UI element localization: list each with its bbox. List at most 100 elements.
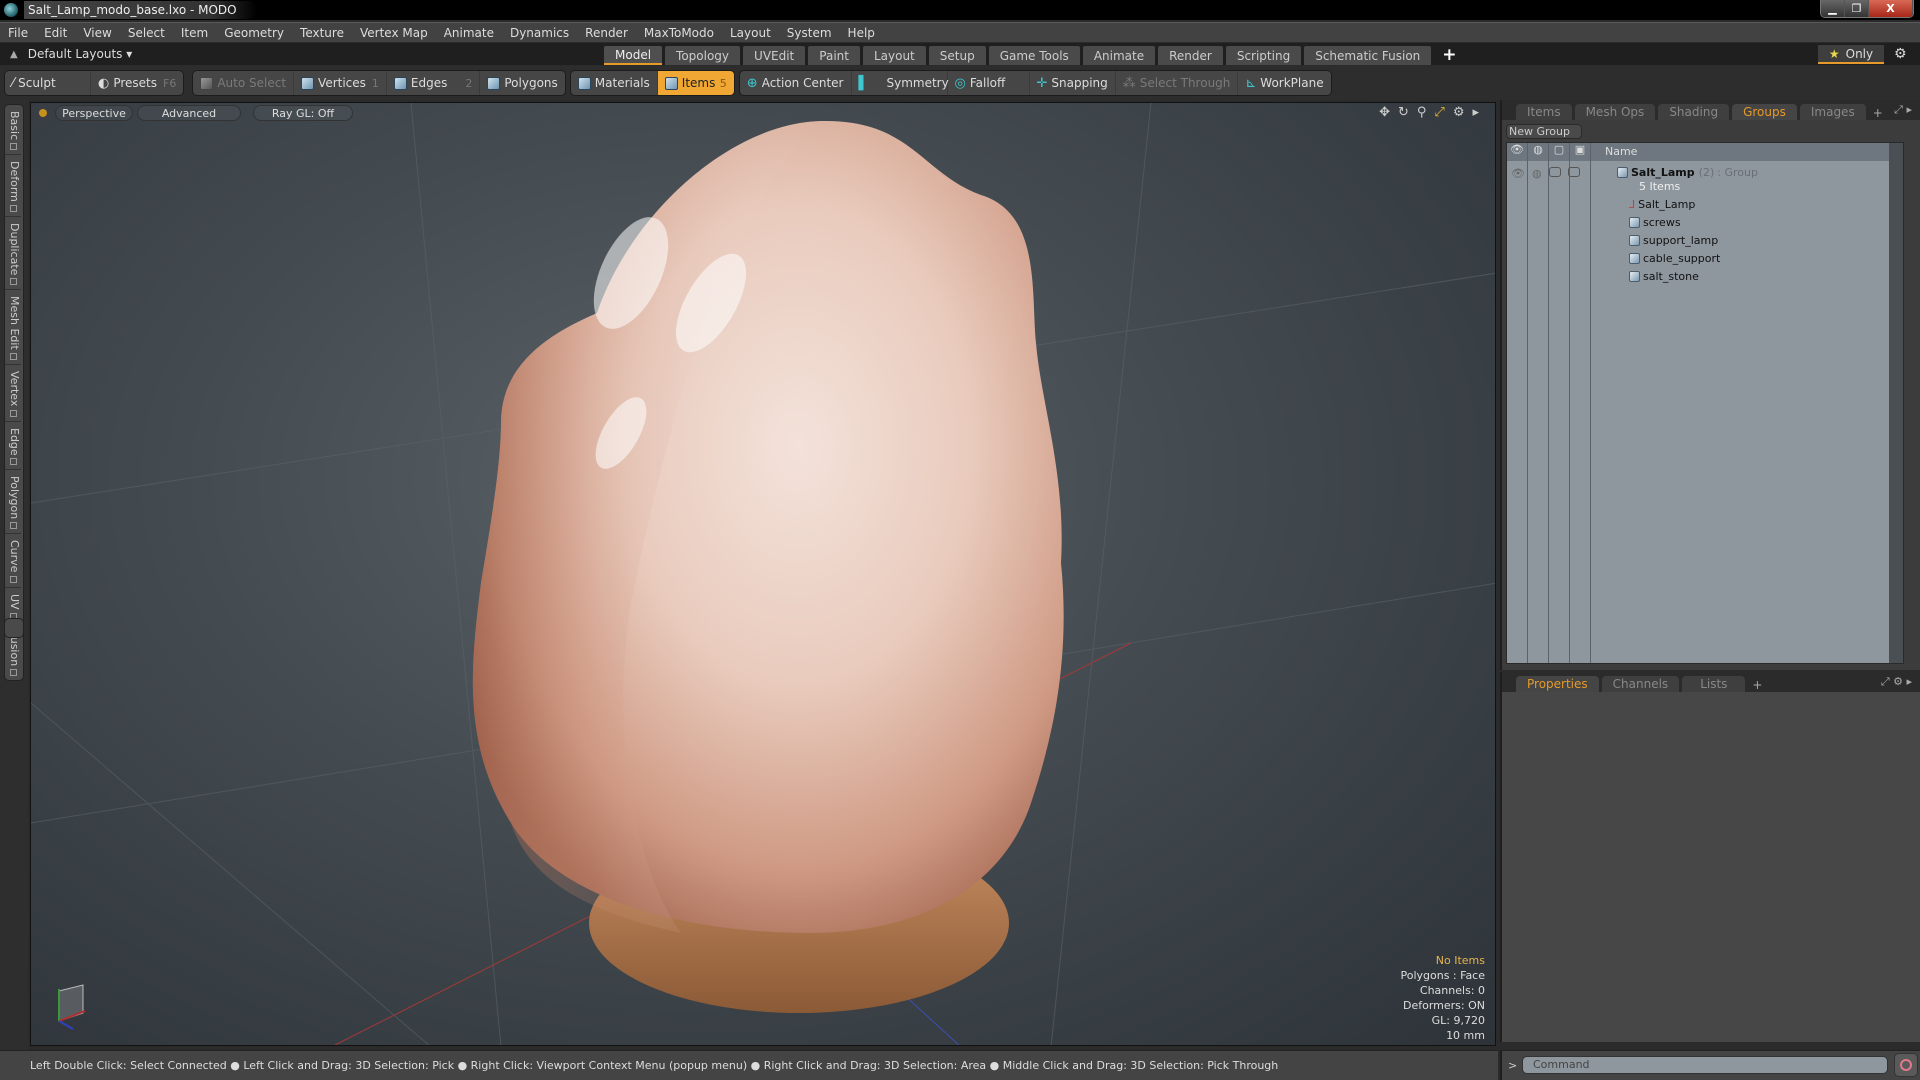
tab-schematic-fusion[interactable]: Schematic Fusion xyxy=(1304,46,1432,65)
tab-channels[interactable]: Channels xyxy=(1601,676,1680,692)
menu-render[interactable]: Render xyxy=(577,26,636,40)
viewport-settings-icon[interactable]: ⚙ xyxy=(1453,105,1465,120)
tab-images[interactable]: Images xyxy=(1799,104,1866,120)
restore-button[interactable]: ❐ xyxy=(1845,0,1869,17)
add-layout-tab-button[interactable]: + xyxy=(1442,45,1456,65)
tab-layout[interactable]: Layout xyxy=(862,46,926,65)
menu-layout[interactable]: Layout xyxy=(722,26,779,40)
group-render-toggle[interactable]: ◍ xyxy=(1532,167,1542,180)
materials-button[interactable]: Materials xyxy=(571,71,658,95)
tab-animate[interactable]: Animate xyxy=(1082,46,1156,65)
list-item[interactable]: salt_stone xyxy=(1629,267,1699,285)
gear-icon[interactable]: ⚙ xyxy=(1894,46,1907,62)
tab-topology[interactable]: Topology xyxy=(665,46,741,65)
rotate-icon[interactable]: ↻ xyxy=(1398,105,1409,120)
tab-lists[interactable]: Lists xyxy=(1682,676,1746,692)
vtab-basic[interactable]: Basic xyxy=(5,105,21,156)
tab-setup[interactable]: Setup xyxy=(928,46,986,65)
menu-edit[interactable]: Edit xyxy=(36,26,75,40)
raygl-toggle[interactable]: Ray GL: Off xyxy=(253,105,353,121)
list-item[interactable]: screws xyxy=(1629,213,1681,231)
default-layouts-dropdown[interactable]: Default Layouts ▾ xyxy=(28,47,133,61)
maximize-viewport-icon[interactable]: ⤢ xyxy=(1434,105,1444,120)
shading-mode-dropdown[interactable]: Advanced xyxy=(137,105,241,121)
menu-texture[interactable]: Texture xyxy=(292,26,352,40)
menu-system[interactable]: System xyxy=(779,26,840,40)
lock-column-icon[interactable]: ▢ xyxy=(1549,143,1570,161)
tab-game-tools[interactable]: Game Tools xyxy=(988,46,1080,65)
add-tab-button[interactable]: + xyxy=(1752,678,1762,692)
polygons-button[interactable]: Polygons xyxy=(480,71,564,95)
select-column-icon[interactable]: ▣ xyxy=(1570,143,1591,161)
pan-icon[interactable]: ✥ xyxy=(1379,105,1390,120)
tab-scripting[interactable]: Scripting xyxy=(1225,46,1302,65)
vtab-vertex[interactable]: Vertex xyxy=(5,365,21,422)
group-select-toggle[interactable] xyxy=(1567,167,1580,177)
menu-vertex-map[interactable]: Vertex Map xyxy=(352,26,436,40)
vtab-mesh-edit[interactable]: Mesh Edit xyxy=(5,290,21,366)
vertices-shortcut: 1 xyxy=(371,76,379,90)
tab-render[interactable]: Render xyxy=(1158,46,1223,65)
tab-model[interactable]: Model xyxy=(604,46,663,65)
expand-arrow-icon[interactable]: ▸ xyxy=(1472,105,1479,120)
menu-file[interactable]: File xyxy=(0,26,36,40)
close-button[interactable]: X xyxy=(1869,0,1913,17)
collapse-arrow-icon[interactable]: ▲ xyxy=(10,49,18,60)
auto-select-button[interactable]: Auto Select xyxy=(193,71,295,95)
view-mode-dropdown[interactable]: Perspective xyxy=(55,105,133,121)
list-item[interactable]: support_lamp xyxy=(1629,231,1718,249)
add-tab-button[interactable]: + xyxy=(1873,106,1883,120)
menu-item[interactable]: Item xyxy=(173,26,216,40)
palette-toggle-button[interactable] xyxy=(4,618,24,638)
group-lock-toggle[interactable] xyxy=(1548,167,1561,177)
select-through-button[interactable]: ⁂ Select Through xyxy=(1116,71,1239,95)
item-name: screws xyxy=(1643,215,1681,229)
menu-select[interactable]: Select xyxy=(120,26,173,40)
command-history-button[interactable] xyxy=(1894,1053,1918,1077)
sculpt-button[interactable]: ⁄ Sculpt xyxy=(5,71,91,95)
3d-viewport[interactable]: Perspective Advanced Ray GL: Off ✥ ↻ ⚲ ⤢… xyxy=(30,102,1496,1046)
vtab-edge[interactable]: Edge xyxy=(5,422,21,471)
menu-help[interactable]: Help xyxy=(840,26,883,40)
render-column-icon[interactable]: ◍ xyxy=(1528,143,1549,161)
list-item[interactable]: cable_support xyxy=(1629,249,1720,267)
menu-dynamics[interactable]: Dynamics xyxy=(502,26,577,40)
symmetry-button[interactable]: ▌ Symmetry xyxy=(852,71,949,95)
vtab-polygon[interactable]: Polygon xyxy=(5,470,21,535)
zoom-icon[interactable]: ⚲ xyxy=(1417,105,1427,120)
vertices-button[interactable]: Vertices 1 xyxy=(294,71,387,95)
falloff-button[interactable]: ◎ Falloff xyxy=(948,71,1030,95)
tab-paint[interactable]: Paint xyxy=(808,46,860,65)
action-center-button[interactable]: ⊕ Action Center xyxy=(740,71,852,95)
minimize-button[interactable]: ▁ xyxy=(1821,0,1845,17)
edges-button[interactable]: Edges 2 xyxy=(387,71,481,95)
snapping-button[interactable]: ✛ Snapping xyxy=(1030,71,1116,95)
only-button[interactable]: ★ Only xyxy=(1818,45,1884,64)
tree-header: 👁 ◍ ▢ ▣ Name xyxy=(1507,143,1903,161)
command-input[interactable]: Command xyxy=(1522,1056,1888,1074)
viewport-menu-dot[interactable] xyxy=(39,109,47,117)
presets-button[interactable]: ◐ Presets F6 xyxy=(91,71,183,95)
tab-items[interactable]: Items xyxy=(1516,104,1572,120)
tab-mesh-ops[interactable]: Mesh Ops xyxy=(1574,104,1656,120)
items-button[interactable]: Items 5 xyxy=(657,71,734,95)
vtab-deform[interactable]: Deform xyxy=(5,155,21,218)
menu-maxtomodo[interactable]: MaxToModo xyxy=(636,26,722,40)
list-item[interactable]: ⅃ Salt_Lamp xyxy=(1629,195,1695,213)
vtab-curve[interactable]: Curve xyxy=(5,534,21,588)
properties-panel-controls-icon[interactable]: ⤢ ⚙ ▸ xyxy=(1881,675,1912,689)
tab-uvedit[interactable]: UVEdit xyxy=(743,46,806,65)
tab-properties[interactable]: Properties xyxy=(1516,676,1599,692)
workplane-button[interactable]: ⊾ WorkPlane xyxy=(1238,71,1330,95)
tab-shading[interactable]: Shading xyxy=(1658,104,1730,120)
menu-view[interactable]: View xyxy=(75,26,119,40)
menu-geometry[interactable]: Geometry xyxy=(216,26,292,40)
group-visibility-toggle[interactable]: 👁 xyxy=(1511,167,1525,180)
tree-scrollbar[interactable] xyxy=(1889,143,1903,663)
visibility-column-icon[interactable]: 👁 xyxy=(1507,143,1528,161)
panel-expand-icon[interactable]: ⤢ ▸ xyxy=(1894,103,1912,117)
new-group-button[interactable]: New Group xyxy=(1506,124,1582,139)
tab-groups[interactable]: Groups xyxy=(1732,104,1797,120)
vtab-duplicate[interactable]: Duplicate xyxy=(5,217,21,291)
menu-animate[interactable]: Animate xyxy=(436,26,502,40)
